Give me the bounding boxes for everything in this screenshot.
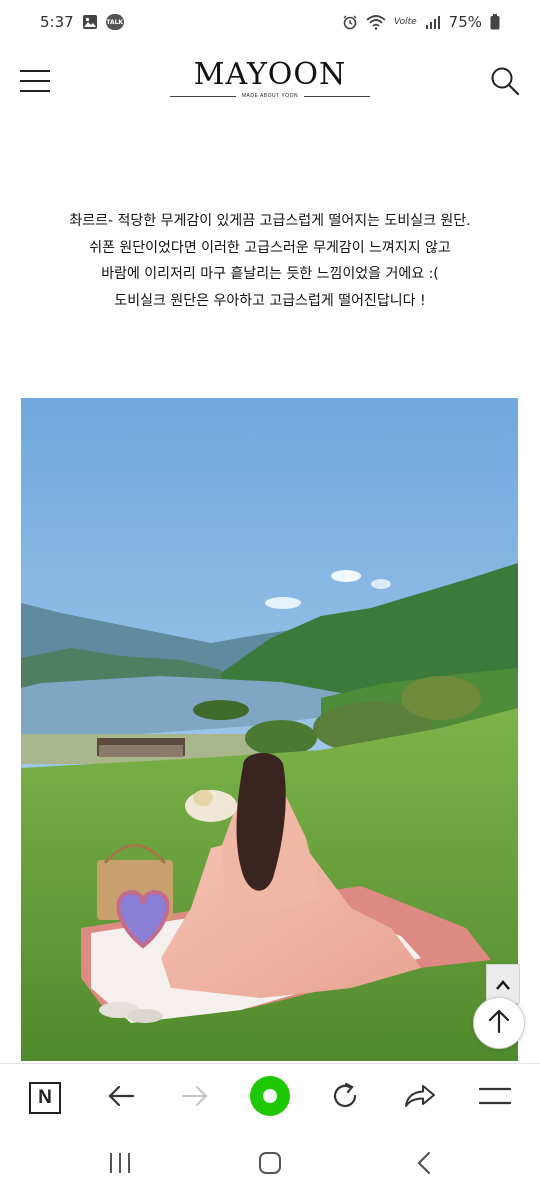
- site-header: MAYOON MADE ABOUT YOON: [0, 44, 540, 120]
- kakaotalk-icon: TALK: [105, 14, 124, 30]
- alarm-icon: [342, 14, 358, 30]
- logo-subtitle: MADE ABOUT YOON: [241, 93, 299, 99]
- description-line: 바람에 이리저리 마구 흩날리는 듯한 느낌이었을 거에요 :(: [101, 266, 439, 282]
- refresh-button[interactable]: [323, 1076, 367, 1120]
- chevron-up-icon: [496, 975, 510, 994]
- hamburger-menu-icon[interactable]: [20, 70, 50, 92]
- battery-percent: 75%: [448, 13, 482, 31]
- description-line: 도비실크 원단은 우아하고 고급스럽게 떨어진답니다 !: [114, 292, 426, 309]
- menu-icon: [478, 1087, 512, 1109]
- share-button[interactable]: [398, 1076, 442, 1120]
- network-label: Volte: [393, 17, 417, 27]
- green-dot-icon: [248, 1074, 292, 1122]
- search-icon[interactable]: [490, 66, 520, 96]
- battery-icon: [490, 14, 500, 30]
- scroll-to-top-button[interactable]: [473, 997, 525, 1049]
- signal-icon: [425, 15, 441, 29]
- share-icon: [404, 1083, 436, 1113]
- browser-toolbar: N: [0, 1063, 540, 1131]
- logo-subtitle-row: MADE ABOUT YOON: [170, 93, 370, 99]
- naver-n-icon: N: [29, 1082, 61, 1114]
- refresh-icon: [330, 1081, 360, 1115]
- status-bar-left: 5:37 TALK: [40, 13, 124, 31]
- back-nav-button[interactable]: [402, 1145, 446, 1185]
- logo-title: MAYOON: [193, 57, 347, 92]
- green-dot-button[interactable]: [248, 1076, 292, 1120]
- arrow-up-icon: [487, 1008, 511, 1038]
- description-line: 촤르르- 적당한 무게감이 있게끔 고급스럽게 떨어지는 도비실크 원단.: [69, 213, 471, 229]
- home-button[interactable]: [248, 1145, 292, 1185]
- forward-button[interactable]: [173, 1076, 217, 1120]
- site-logo[interactable]: MAYOON MADE ABOUT YOON: [170, 60, 370, 99]
- naver-home-button[interactable]: N: [23, 1076, 67, 1120]
- back-icon: [416, 1151, 432, 1179]
- status-bar: 5:37 TALK Volte 75%: [0, 0, 540, 44]
- back-button[interactable]: [99, 1076, 143, 1120]
- product-photo: [21, 398, 518, 1061]
- gallery-icon: [82, 14, 98, 30]
- back-arrow-icon: [107, 1084, 135, 1112]
- home-icon: [258, 1151, 282, 1179]
- recent-apps-button[interactable]: [98, 1145, 142, 1185]
- product-description: 촤르르- 적당한 무게감이 있게끔 고급스럽게 떨어지는 도비실크 원단. 쉬폰…: [0, 208, 540, 314]
- recent-apps-icon: [108, 1152, 132, 1178]
- wifi-icon: [366, 14, 386, 30]
- status-bar-right: Volte 75%: [342, 13, 500, 31]
- android-nav-bar: [0, 1131, 540, 1200]
- naver-letter: N: [38, 1087, 52, 1108]
- menu-button[interactable]: [473, 1076, 517, 1120]
- forward-arrow-icon: [181, 1084, 209, 1112]
- description-line: 쉬폰 원단이었다면 이러한 고급스러운 무게감이 느껴지지 않고: [89, 239, 451, 256]
- status-time: 5:37: [40, 13, 74, 31]
